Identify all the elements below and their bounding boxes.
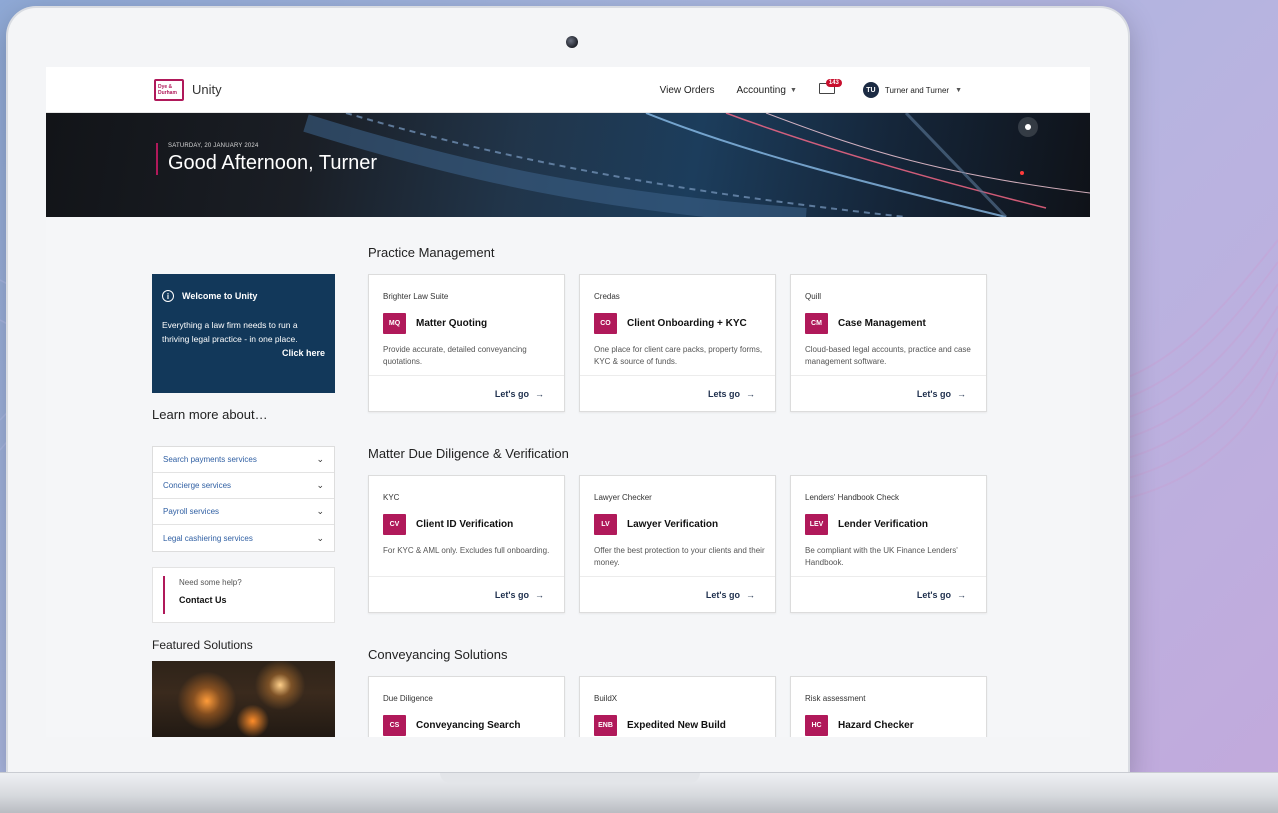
card-client-onboarding[interactable]: Credas CO Client Onboarding + KYC One pla… xyxy=(579,274,776,412)
help-panel: Need some help? Contact Us xyxy=(152,567,335,623)
arrow-right-icon: → xyxy=(535,388,544,399)
card-description: Cloud-based legal accounts, practice and… xyxy=(805,345,971,366)
accordion-item-legal-cashiering[interactable]: Legal cashiering services ⌄ xyxy=(153,525,334,551)
avatar: TU xyxy=(862,82,879,98)
dye-durham-logo-icon: Dye & Durham xyxy=(154,78,184,101)
app-name: Unity xyxy=(192,82,222,97)
card-hazard-checker[interactable]: Risk assessment HC Hazard Checker xyxy=(790,676,987,737)
chevron-down-icon: ⌄ xyxy=(316,480,324,490)
card-title: Client Onboarding + KYC xyxy=(627,318,747,329)
learn-more-heading: Learn more about… xyxy=(152,407,268,422)
card-tag: CS xyxy=(383,715,406,736)
card-title: Lawyer Verification xyxy=(627,519,719,530)
app-logo[interactable]: Dye & Durham Unity xyxy=(154,78,222,101)
card-vendor: KYC xyxy=(383,493,400,502)
section-title-practice-management: Practice Management xyxy=(368,245,495,260)
featured-solution-image[interactable] xyxy=(152,661,335,737)
welcome-panel: i Welcome to Unity Everything a law firm… xyxy=(152,274,335,393)
section-title-due-diligence: Matter Due Diligence & Verification xyxy=(368,446,569,461)
chevron-down-icon: ⌄ xyxy=(316,506,324,516)
caret-down-icon: ▼ xyxy=(789,86,797,94)
user-menu[interactable]: TU Turner and Turner ▼ xyxy=(862,82,962,98)
card-description: Be compliant with the UK Finance Lenders… xyxy=(805,546,958,567)
card-title: Hazard Checker xyxy=(838,720,914,731)
main-nav: View Orders Accounting ▼ 143 TU Turner an… xyxy=(660,67,962,113)
card-vendor: Credas xyxy=(594,292,620,301)
card-title: Conveyancing Search xyxy=(416,720,521,731)
welcome-title: Welcome to Unity xyxy=(182,291,258,301)
card-tag: LEV xyxy=(805,514,828,535)
card-tag: CV xyxy=(383,514,406,535)
arrow-right-icon: → xyxy=(957,388,966,399)
top-navigation-bar: Dye & Durham Unity View Orders Accountin… xyxy=(46,67,1090,113)
contact-us-link[interactable]: Contact Us xyxy=(179,595,334,605)
notification-badge: 143 xyxy=(825,79,842,87)
card-lawyer-verification[interactable]: Lawyer Checker LV Lawyer Verification Off… xyxy=(579,475,776,613)
lets-go-link[interactable]: Let's go → xyxy=(369,375,564,411)
arrow-right-icon: → xyxy=(746,589,755,600)
chevron-down-icon: ⌄ xyxy=(316,532,324,543)
arrow-right-icon: → xyxy=(535,589,544,600)
card-matter-quoting[interactable]: Brighter Law Suite MQ Matter Quoting Prov… xyxy=(368,274,565,412)
info-icon: i xyxy=(162,290,174,302)
card-expedited-new-build[interactable]: BuildX ENB Expedited New Build xyxy=(579,676,776,737)
card-description: One place for client care packs, propert… xyxy=(594,345,763,366)
arrow-right-icon: → xyxy=(957,589,966,600)
card-vendor: Brighter Law Suite xyxy=(383,292,449,301)
nav-view-orders[interactable]: View Orders xyxy=(660,85,715,96)
chevron-down-icon: ⌄ xyxy=(316,454,324,464)
lets-go-link[interactable]: Let's go → xyxy=(369,576,564,612)
card-vendor: Quill xyxy=(805,292,822,301)
card-title: Matter Quoting xyxy=(416,318,488,329)
accordion-item-concierge[interactable]: Concierge services ⌄ xyxy=(153,473,334,499)
app-screen: Dye & Durham Unity View Orders Accountin… xyxy=(46,67,1090,737)
laptop-notch xyxy=(440,773,700,783)
card-title: Expedited New Build xyxy=(627,720,726,731)
card-vendor: Risk assessment xyxy=(805,694,866,703)
card-tag: LV xyxy=(594,514,617,535)
card-vendor: Due Diligence xyxy=(383,694,433,703)
webcam-icon xyxy=(566,36,578,48)
orders-basket-button[interactable]: 143 xyxy=(818,79,842,97)
card-description: Provide accurate, detailed conveyancing … xyxy=(383,345,527,366)
lets-go-link[interactable]: Let's go → xyxy=(791,576,986,612)
accordion-item-search-payments[interactable]: Search payments services ⌄ xyxy=(153,447,334,473)
accordion-item-payroll[interactable]: Payroll services ⌄ xyxy=(153,499,334,525)
arrow-right-icon: → xyxy=(746,388,755,399)
card-vendor: Lawyer Checker xyxy=(594,493,652,502)
hero-date: SATURDAY, 20 JANUARY 2024 xyxy=(168,143,259,149)
learn-more-accordion: Search payments services ⌄ Concierge serv… xyxy=(152,446,335,552)
card-description: Offer the best protection to your client… xyxy=(594,546,765,567)
card-conveyancing-search[interactable]: Due Diligence CS Conveyancing Search xyxy=(368,676,565,737)
card-tag: CO xyxy=(594,313,617,334)
card-client-id-verification[interactable]: KYC CV Client ID Verification For KYC & A… xyxy=(368,475,565,613)
section-title-conveyancing: Conveyancing Solutions xyxy=(368,647,508,662)
card-title: Case Management xyxy=(838,318,926,329)
card-case-management[interactable]: Quill CM Case Management Cloud-based lega… xyxy=(790,274,987,412)
welcome-body: Everything a law firm needs to run a thr… xyxy=(162,320,298,344)
hero-greeting: Good Afternoon, Turner xyxy=(168,152,378,174)
help-prompt: Need some help? xyxy=(179,578,242,587)
laptop-base xyxy=(0,772,1278,813)
card-vendor: Lenders' Handbook Check xyxy=(805,493,900,502)
card-tag: ENB xyxy=(594,715,617,736)
card-description: For KYC & AML only. Excludes full onboar… xyxy=(383,546,550,555)
nav-accounting-dropdown[interactable]: Accounting ▼ xyxy=(736,85,796,96)
caret-down-icon: ▼ xyxy=(955,86,962,94)
lets-go-link[interactable]: Lets go → xyxy=(580,375,775,411)
lets-go-link[interactable]: Let's go → xyxy=(791,375,986,411)
user-name: Turner and Turner xyxy=(884,85,950,95)
card-tag: HC xyxy=(805,715,828,736)
hero-banner: SATURDAY, 20 JANUARY 2024 Good Afternoon… xyxy=(46,113,1090,217)
card-lender-verification[interactable]: Lenders' Handbook Check LEV Lender Verifi… xyxy=(790,475,987,613)
featured-solutions-heading: Featured Solutions xyxy=(152,638,253,652)
lets-go-link[interactable]: Let's go → xyxy=(580,576,775,612)
card-vendor: BuildX xyxy=(594,694,618,703)
card-title: Client ID Verification xyxy=(416,519,514,530)
card-tag: CM xyxy=(805,313,828,334)
welcome-click-here-link[interactable]: Click here xyxy=(162,348,325,358)
card-title: Lender Verification xyxy=(838,519,929,530)
card-tag: MQ xyxy=(383,313,406,334)
hero-greeting-block: SATURDAY, 20 JANUARY 2024 Good Afternoon… xyxy=(156,143,377,175)
